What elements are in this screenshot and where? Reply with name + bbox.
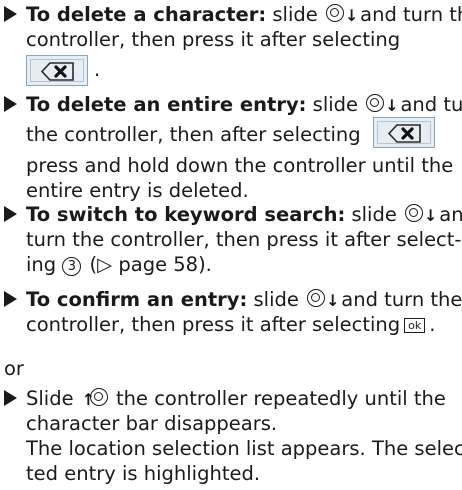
step-text: entire entry is deleted.: [26, 179, 249, 202]
bullet-arrow-icon: [4, 206, 17, 222]
step-text: ing: [26, 253, 63, 276]
step-text: slide: [345, 203, 404, 226]
or-separator: or: [4, 357, 24, 380]
controller-slide-down-icon: ↓: [307, 289, 340, 310]
bullet-arrow-icon: [4, 6, 17, 22]
step-text: the controller repeatedly until the: [109, 387, 446, 410]
controller-slide-down-icon: ↓: [325, 4, 358, 25]
instruction-page: To delete a character: slide ↓ and turn …: [0, 0, 462, 490]
step-text: .: [429, 313, 436, 336]
step-lead: To switch to keyword search:: [26, 203, 346, 226]
step-text: and turn the: [360, 3, 462, 26]
instruction-step-close-character-bar: Slide ↑ the controller repeatedly until …: [4, 386, 462, 486]
step-text: Slide: [26, 387, 80, 410]
step-text: controller, then press it after selectin…: [26, 28, 401, 51]
instruction-step-keyword-search: To switch to keyword search: slide ↓ and…: [4, 202, 462, 277]
instruction-step-delete-entry: To delete an entire entry: slide ↓ and t…: [4, 92, 462, 203]
step-lead: To confirm an entry:: [26, 288, 248, 311]
step-text: press and hold down the controller until…: [26, 154, 454, 177]
step-text: the controller, then after selecting: [26, 123, 361, 146]
step-text: and turn the: [335, 288, 462, 311]
instruction-step-confirm-entry: To confirm an entry: slide ↓ and turn th…: [4, 287, 462, 337]
step-text: controller, then press it after selectin…: [26, 313, 401, 336]
backspace-delete-icon: [26, 55, 88, 86]
controller-slide-up-icon: ↑: [82, 388, 108, 409]
step-text: and turn: [400, 93, 462, 116]
step-text: character bar disappears.: [26, 412, 278, 435]
step-result: ted entry is highlighted.: [26, 462, 261, 485]
step-text: slide: [266, 3, 324, 26]
bullet-arrow-icon: [4, 96, 17, 112]
controller-slide-down-icon: ↓: [405, 204, 437, 225]
bullet-arrow-icon: [4, 390, 17, 406]
backspace-delete-icon: [372, 117, 435, 148]
step-result: The location selection list appears. The…: [26, 437, 462, 460]
step-lead: To delete an entire entry:: [26, 93, 307, 116]
step-text: .: [94, 58, 101, 81]
step-text: slide: [247, 288, 306, 311]
controller-slide-down-icon: ↓: [366, 94, 399, 115]
step-lead: To delete a character:: [26, 3, 267, 26]
circled-number-icon: 3: [62, 257, 82, 276]
step-text: turn the controller, then press it after…: [26, 228, 462, 251]
instruction-step-delete-character: To delete a character: slide ↓ and turn …: [4, 2, 462, 89]
bullet-arrow-icon: [4, 291, 17, 307]
ok-key-icon: ok: [404, 318, 426, 333]
page-reference: (▷ page 58).: [83, 253, 212, 276]
step-text: slide: [306, 93, 365, 116]
